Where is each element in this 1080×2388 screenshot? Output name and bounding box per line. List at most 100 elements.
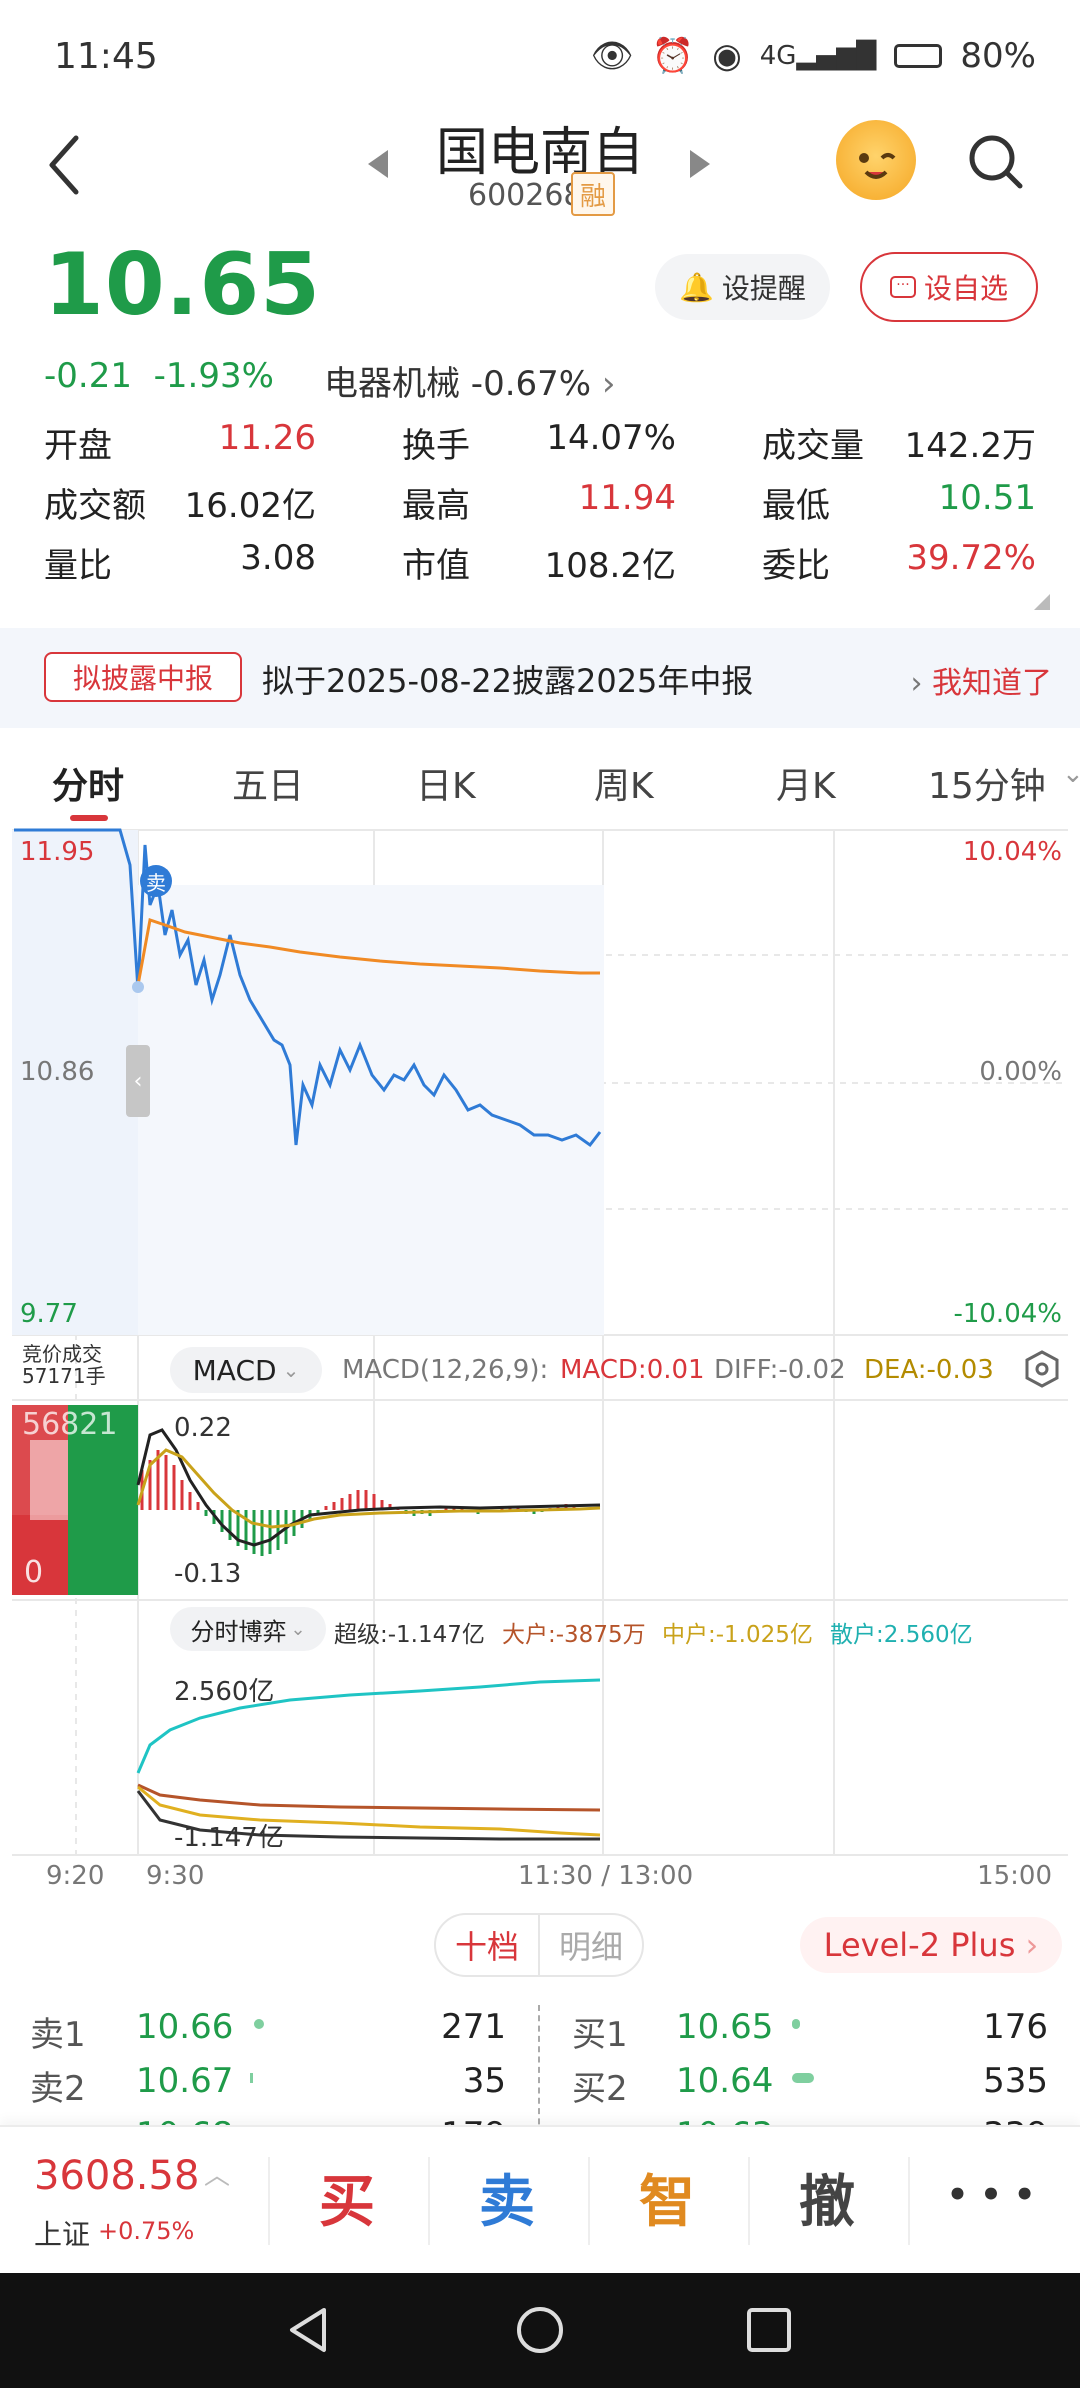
back-triangle-icon[interactable] <box>284 2305 334 2355</box>
chevron-down-icon: ⌄ <box>290 1618 306 1640</box>
bid-price: 10.65 <box>676 2007 774 2047</box>
ask-price: 10.67 <box>136 2061 234 2101</box>
margin-badge: 融 <box>571 172 615 216</box>
set-alert-button[interactable]: 🔔 设提醒 <box>655 254 830 320</box>
stats-row: 量比 3.08 市值 108.2亿 委比 39.72% <box>0 538 1080 598</box>
ask-label: 卖3 <box>30 2115 86 2125</box>
bid-volume: 176 <box>983 2007 1048 2047</box>
level2-plus-label: Level-2 Plus <box>823 1926 1016 1964</box>
level2-plus-button[interactable]: Level-2 Plus › <box>800 1917 1062 1973</box>
sell-button[interactable]: 卖 <box>432 2157 582 2238</box>
stat-value: 11.26 <box>218 418 316 458</box>
set-alert-label: 设提醒 <box>721 272 806 305</box>
bid-volume: 339 <box>983 2115 1048 2125</box>
x-axis-label: 9:30 <box>146 1861 205 1891</box>
tab-ten-levels[interactable]: 十档 <box>436 1915 538 1975</box>
flow-selector[interactable]: 分时博弈 ⌄ <box>170 1607 326 1651</box>
recents-square-icon[interactable] <box>744 2305 794 2355</box>
stat-label: 成交额 <box>44 486 146 526</box>
dea-value: DEA:-0.03 <box>864 1355 994 1385</box>
dismiss-notice-button[interactable]: › 我知道了 <box>910 658 1052 702</box>
more-button[interactable]: • • • <box>916 2175 1066 2215</box>
stat-label: 委比 <box>762 546 830 586</box>
sell-marker[interactable]: 卖 <box>140 865 172 897</box>
bid-label: 买3 <box>572 2115 628 2125</box>
flow-selector-label: 分时博弈 <box>190 1617 287 1646</box>
large-flow-line <box>137 1783 601 1812</box>
chevron-down-icon: ⌄ <box>1062 759 1080 789</box>
expand-corner-icon[interactable] <box>1034 594 1050 610</box>
stat-label: 市值 <box>402 546 470 586</box>
settings-hex-icon[interactable] <box>1022 1349 1062 1389</box>
stat-value: 3.08 <box>240 538 316 578</box>
index-value: 3608.58 <box>34 2153 200 2199</box>
home-circle-icon[interactable] <box>515 2305 565 2355</box>
add-favorite-label: 设自选 <box>923 272 1008 305</box>
tab-monthly-k[interactable]: 月K <box>776 757 836 809</box>
y-axis-mid: 10.86 <box>20 1057 95 1087</box>
search-icon[interactable] <box>966 132 1026 192</box>
add-favorite-button[interactable]: ··· 设自选 <box>860 252 1038 322</box>
vol-high-label: 56821 <box>22 1407 118 1442</box>
next-stock-icon[interactable] <box>690 150 710 178</box>
system-navigation-bar <box>0 2273 1080 2388</box>
chart-tabs: 分时 五日 日K 周K 月K 15分钟 ⌄ <box>0 745 1080 825</box>
stat-value: 16.02亿 <box>184 486 316 526</box>
stat-value: 11.94 <box>578 478 676 518</box>
collapse-handle[interactable]: ‹ <box>126 1045 150 1117</box>
change-percent: -1.93% <box>153 356 274 396</box>
auction-volume: 57171手 <box>22 1364 106 1388</box>
price-area-fill <box>138 885 604 1335</box>
eye-icon: 👁 <box>590 36 634 76</box>
macd-selector[interactable]: MACD ⌄ <box>170 1347 322 1393</box>
action-divider <box>588 2157 590 2245</box>
pct-axis-mid: 0.00% <box>979 1057 1062 1087</box>
mascot-icon[interactable] <box>836 120 916 200</box>
tab-details[interactable]: 明细 <box>538 1915 642 1975</box>
ask-price: 10.66 <box>136 2007 234 2047</box>
flow-large: 大户:-3875万 <box>502 1622 646 1648</box>
buy-button[interactable]: 买 <box>272 2157 422 2238</box>
bid-volume-bar <box>792 2019 800 2029</box>
status-bar: 11:45 👁 ⏰ ◉ 4G▂▄▆█ 80% <box>0 0 1080 110</box>
x-axis-label: 15:00 <box>977 1861 1052 1891</box>
bid-price: 10.63 <box>676 2115 773 2125</box>
sector-text: 电器机械 -0.67% <box>324 364 592 404</box>
action-divider <box>428 2157 430 2245</box>
more-box-icon: ··· <box>889 276 916 298</box>
battery-level: 80% <box>960 36 1036 76</box>
dismiss-notice-label: 我知道了 <box>932 666 1052 701</box>
stat-label: 最高 <box>402 486 470 526</box>
smart-button[interactable]: 智 <box>592 2157 742 2238</box>
intraday-chart-svg <box>12 828 1068 1856</box>
signal-icon: 4G▂▄▆█ <box>759 41 877 71</box>
intraday-chart[interactable]: 11.95 10.86 9.77 10.04% 0.00% -10.04% 卖 … <box>0 825 1080 1891</box>
stat-value: 39.72% <box>906 538 1036 578</box>
sector-link[interactable]: 电器机械 -0.67% › <box>324 356 616 405</box>
tab-intraday[interactable]: 分时 <box>52 757 124 809</box>
active-tab-indicator <box>70 815 108 821</box>
pct-axis-top: 10.04% <box>962 837 1062 867</box>
tab-weekly-k[interactable]: 周K <box>594 757 654 809</box>
stat-value: 142.2万 <box>904 426 1036 466</box>
flow-low-label: -1.147亿 <box>174 1823 284 1853</box>
change-value: -0.21 <box>44 356 132 396</box>
stat-value: 14.07% <box>546 418 676 458</box>
stock-name: 国电南自 <box>435 123 644 183</box>
tab-five-day[interactable]: 五日 <box>232 757 304 809</box>
hotspot-icon: ◉ <box>712 36 742 76</box>
tab-15min[interactable]: 15分钟 <box>928 757 1046 809</box>
current-price: 10.65 <box>44 235 322 335</box>
chevron-right-icon: › <box>601 364 616 404</box>
x-axis-label: 9:20 <box>46 1861 105 1891</box>
bid-volume: 535 <box>983 2061 1048 2101</box>
macd-value: MACD:0.01 <box>560 1355 705 1385</box>
ask-label: 卖1 <box>30 2015 86 2055</box>
cancel-order-button[interactable]: 撤 <box>752 2157 902 2238</box>
ask-label: 卖2 <box>30 2069 86 2109</box>
stat-label: 最低 <box>762 486 830 526</box>
chevron-right-icon: › <box>1025 1926 1039 1964</box>
notice-banner[interactable]: 拟披露中报 拟于2025-08-22披露2025年中报 › 我知道了 <box>0 628 1080 728</box>
open-point <box>132 981 144 993</box>
tab-daily-k[interactable]: 日K <box>416 757 476 809</box>
